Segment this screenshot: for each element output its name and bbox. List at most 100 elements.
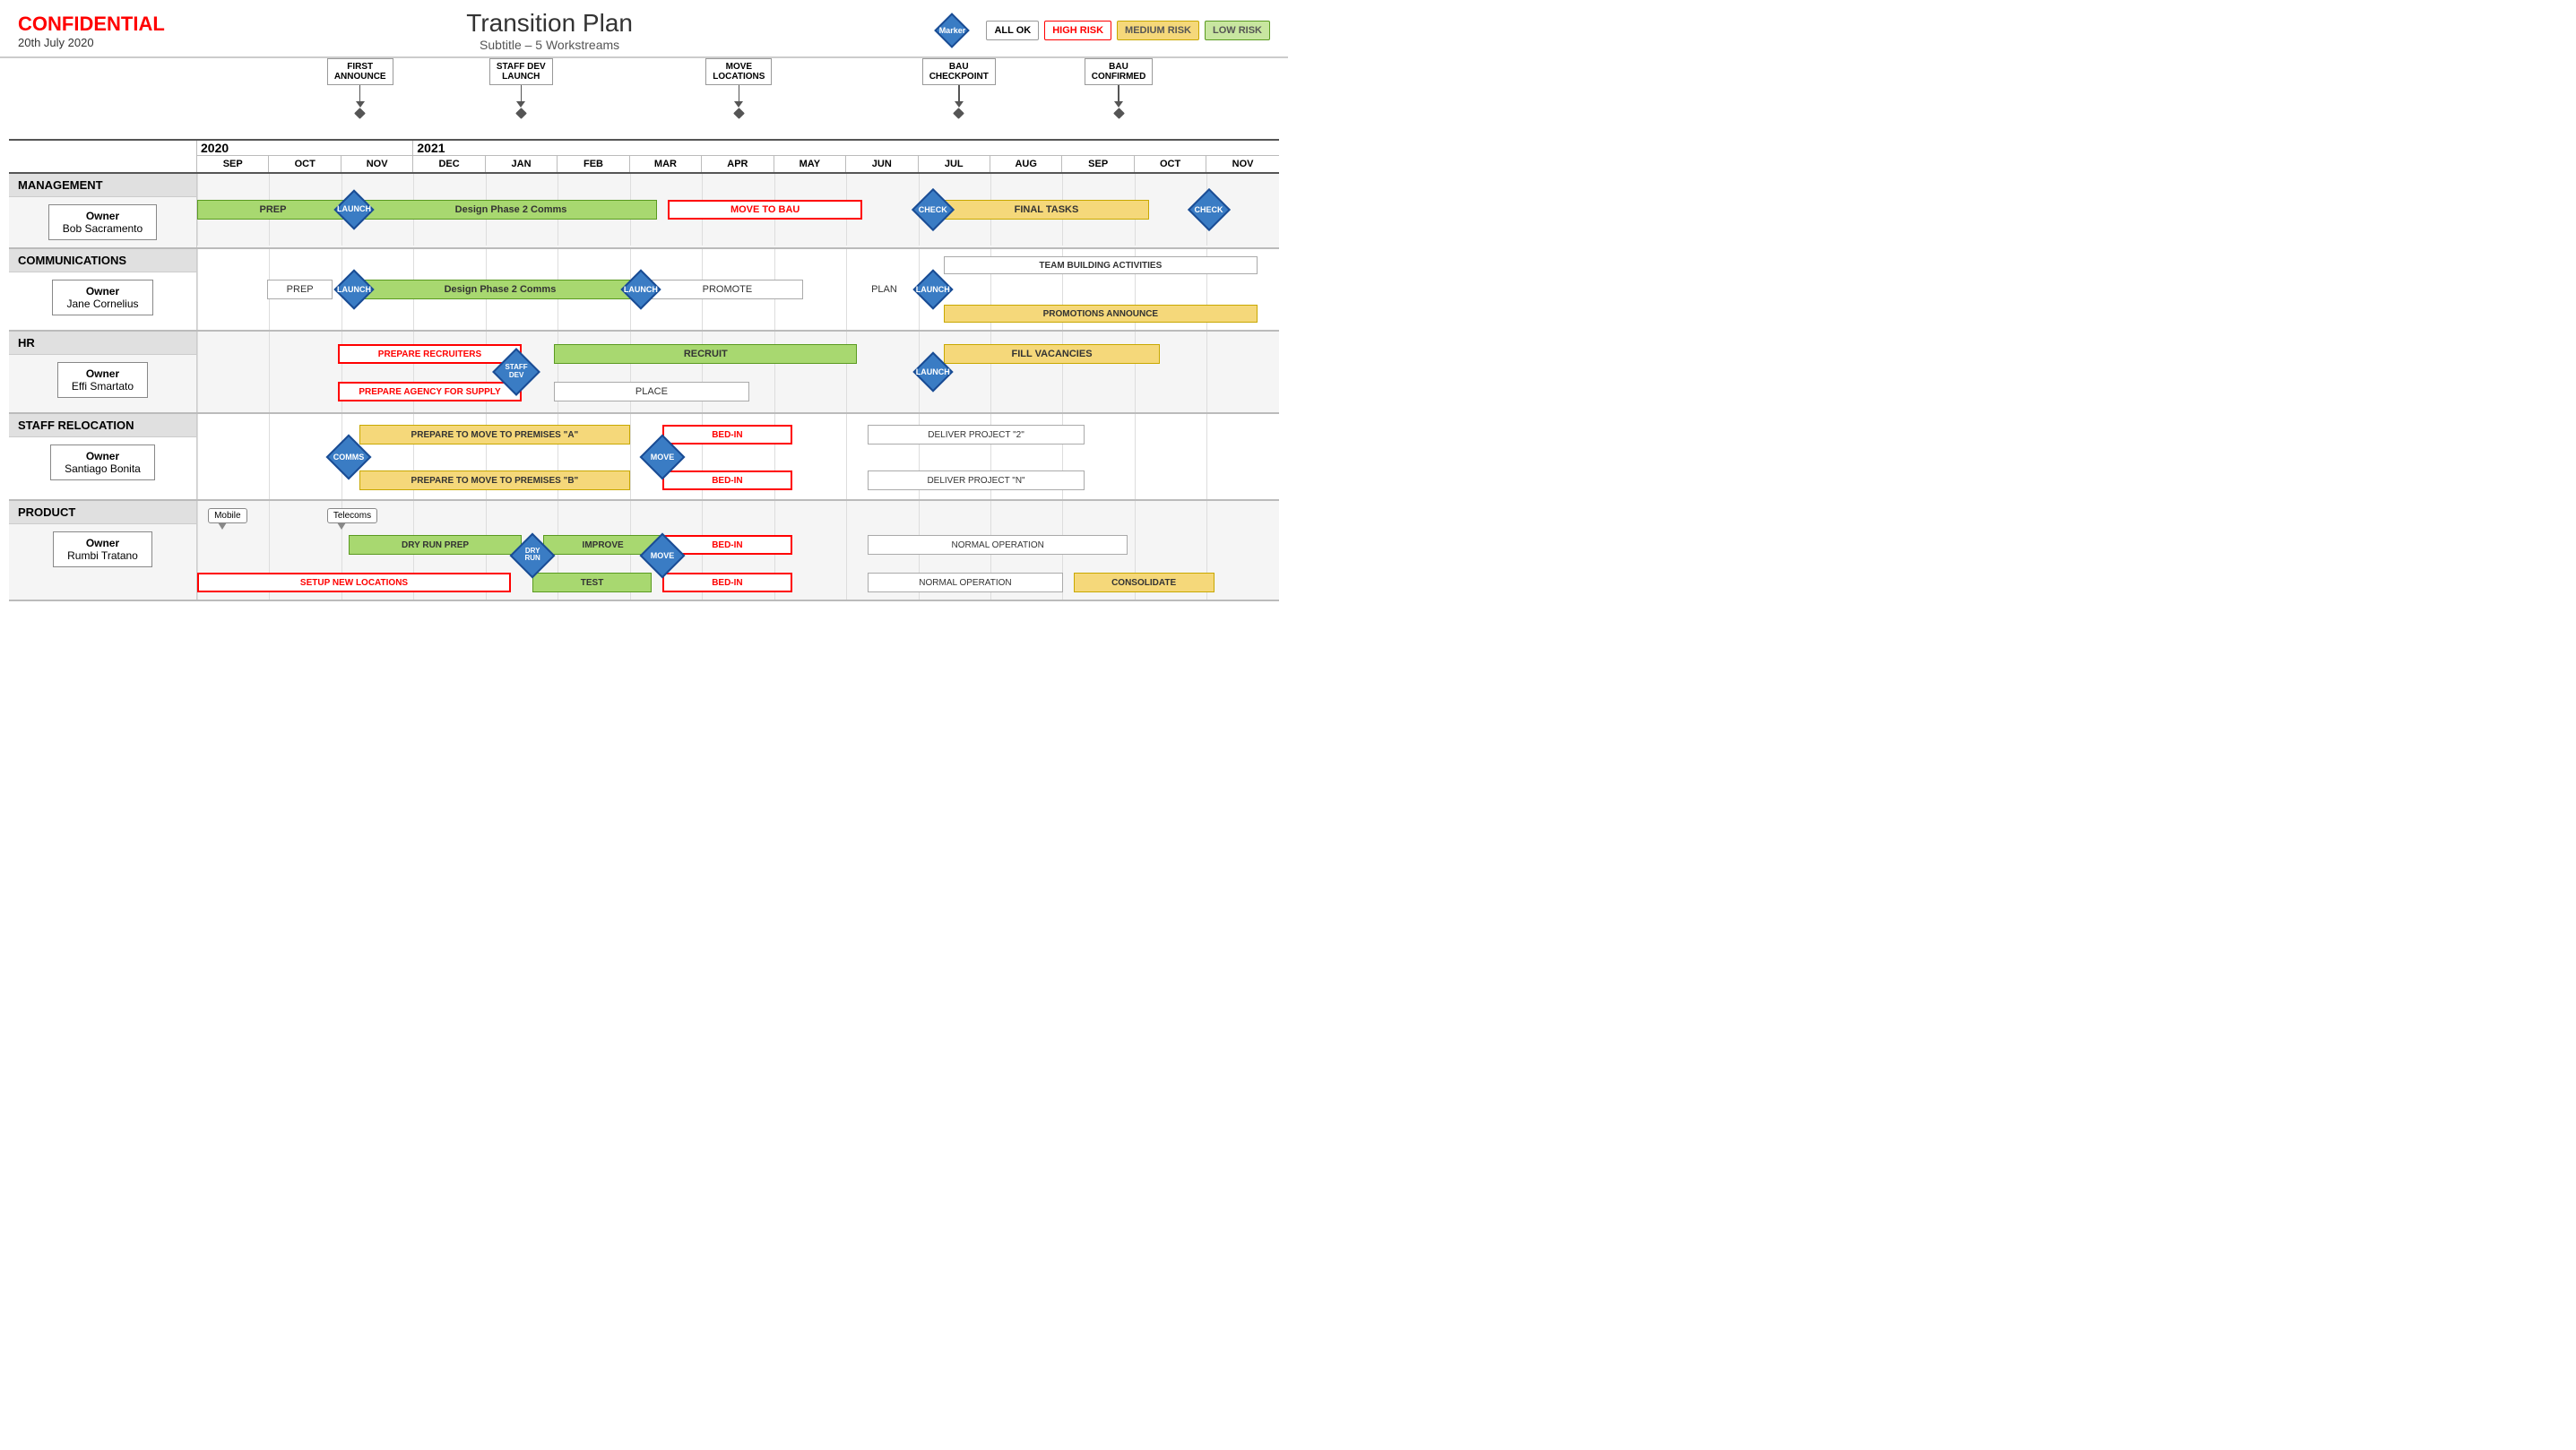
staff-relocation-gantt: PREPARE TO MOVE TO PREMISES "A" BED-IN D… [197, 414, 1279, 499]
staff-relocation-info: STAFF RELOCATION Owner Santiago Bonita [9, 414, 197, 499]
product-setup-locations-bar: SETUP NEW LOCATIONS [197, 573, 511, 592]
product-title: PRODUCT [9, 501, 196, 524]
management-launch-diamond [333, 189, 374, 229]
comm-prep-bar: PREP [267, 280, 332, 299]
hr-info: HR Owner Effi Smartato [9, 332, 197, 412]
month-dec: DEC [413, 156, 485, 172]
management-move-to-bau-bar: MOVE TO BAU [668, 200, 862, 220]
month-jan: JAN [486, 156, 558, 172]
communications-info: COMMUNICATIONS Owner Jane Cornelius [9, 249, 197, 330]
milestone-box-1: FIRSTANNOUNCE [327, 58, 393, 85]
product-owner-label: Owner [67, 537, 138, 549]
year-2021: 2021 [413, 141, 1279, 155]
main-content: FIRSTANNOUNCE STAFF DEVLAUNCH MOVELOCATI… [0, 58, 1288, 601]
product-owner-container: Owner Rumbi Tratano [9, 524, 196, 574]
staff-relocation-owner-box: Owner Santiago Bonita [50, 444, 155, 480]
sr-premises-b-bar: PREPARE TO MOVE TO PREMISES "B" [359, 470, 630, 490]
management-design-bar: Design Phase 2 Comms [365, 200, 657, 220]
management-owner-box: Owner Bob Sacramento [48, 204, 157, 240]
management-owner-label: Owner [63, 210, 143, 222]
month-nov-2021: NOV [1206, 156, 1278, 172]
communications-owner-name: Jane Cornelius [66, 298, 138, 310]
communications-owner-container: Owner Jane Cornelius [9, 272, 196, 323]
milestone-section: FIRSTANNOUNCE STAFF DEVLAUNCH MOVELOCATI… [9, 58, 1279, 139]
year-2020: 2020 [197, 141, 413, 155]
management-owner-name: Bob Sacramento [63, 222, 143, 235]
hr-place-bar: PLACE [554, 382, 748, 401]
legend-low-risk: LOW RISK [1205, 21, 1270, 40]
communications-gantt: TEAM BUILDING ACTIVITIES PREP LAUNCH Des… [197, 249, 1279, 330]
page-container: CONFIDENTIAL 20th July 2020 Transition P… [0, 0, 1288, 601]
product-info: PRODUCT Owner Rumbi Tratano [9, 501, 197, 600]
product-dry-run-prep-bar: DRY RUN PREP [349, 535, 522, 555]
comm-promote-bar: PROMOTE [652, 280, 803, 299]
month-aug: AUG [990, 156, 1062, 172]
timeline-header: 2020 2021 SEP OCT NOV DEC JAN FEB MAR AP… [9, 139, 1279, 174]
hr-title: HR [9, 332, 196, 355]
milestone-spacer [9, 58, 197, 139]
sr-deliver-2-bar: DELIVER PROJECT "2" [868, 425, 1084, 444]
staff-relocation-title: STAFF RELOCATION [9, 414, 196, 437]
hr-owner-container: Owner Effi Smartato [9, 355, 196, 405]
confidential-block: CONFIDENTIAL 20th July 2020 [18, 13, 165, 49]
comm-launch-diamond-1 [333, 269, 374, 309]
product-section: PRODUCT Owner Rumbi Tratano Mobile [9, 501, 1279, 601]
legend-block: Marker ALL OK HIGH RISK MEDIUM RISK LOW … [934, 13, 1270, 48]
sr-bed-in-1: BED-IN [662, 425, 792, 444]
hr-owner-name: Effi Smartato [72, 380, 134, 393]
hr-prepare-agency-bar: PREPARE AGENCY FOR SUPPLY [338, 382, 522, 401]
plan-title: Transition Plan [466, 9, 633, 38]
management-final-tasks-bar: FINAL TASKS [944, 200, 1149, 220]
comm-design-bar: Design Phase 2 Comms [365, 280, 635, 299]
hr-section: HR Owner Effi Smartato PREPARE RECRUITER… [9, 332, 1279, 414]
communications-owner-box: Owner Jane Cornelius [52, 280, 152, 315]
staff-relocation-section: STAFF RELOCATION Owner Santiago Bonita P… [9, 414, 1279, 501]
month-oct-2020: OCT [269, 156, 341, 172]
sr-deliver-n-bar: DELIVER PROJECT "N" [868, 470, 1084, 490]
communications-title: COMMUNICATIONS [9, 249, 196, 272]
month-oct-2021: OCT [1135, 156, 1206, 172]
milestone-bau-checkpoint: BAUCHECKPOINT [922, 58, 996, 117]
hr-recruit-bar: RECRUIT [554, 344, 857, 364]
comm-team-building-bar: TEAM BUILDING ACTIVITIES [944, 256, 1258, 274]
month-jun: JUN [846, 156, 918, 172]
sr-premises-a-bar: PREPARE TO MOVE TO PREMISES "A" [359, 425, 630, 444]
timeline-months: 2020 2021 SEP OCT NOV DEC JAN FEB MAR AP… [197, 141, 1279, 172]
management-prep-bar: PREP [197, 200, 349, 220]
month-mar: MAR [630, 156, 702, 172]
marker-label: Marker [939, 26, 966, 35]
hr-prepare-recruiters-bar: PREPARE RECRUITERS [338, 344, 522, 364]
product-mobile-bubble: Mobile [208, 508, 246, 523]
month-sep-2020: SEP [197, 156, 269, 172]
timeline-spacer [9, 141, 197, 172]
product-consolidate-bar: CONSOLIDATE [1074, 573, 1215, 592]
sr-bed-in-2: BED-IN [662, 470, 792, 490]
management-info: MANAGEMENT Owner Bob Sacramento [9, 174, 197, 247]
comm-launch-diamond-2 [620, 269, 661, 309]
staff-relocation-owner-container: Owner Santiago Bonita [9, 437, 196, 488]
legend-medium-risk: MEDIUM RISK [1117, 21, 1199, 40]
product-owner-name: Rumbi Tratano [67, 549, 138, 562]
management-check-diamond-1 [912, 188, 955, 231]
milestone-box-2: STAFF DEVLAUNCH [489, 58, 553, 85]
milestone-first-announce: FIRSTANNOUNCE [327, 58, 393, 117]
staff-relocation-owner-label: Owner [65, 450, 141, 462]
product-telecoms-bubble: Telecoms [327, 508, 377, 523]
hr-owner-box: Owner Effi Smartato [57, 362, 148, 398]
confidential-label: CONFIDENTIAL [18, 13, 165, 36]
header: CONFIDENTIAL 20th July 2020 Transition P… [0, 0, 1288, 58]
management-owner-container: Owner Bob Sacramento [9, 197, 196, 247]
legend-items: ALL OK HIGH RISK MEDIUM RISK LOW RISK [986, 21, 1270, 40]
product-normal-op-2: NORMAL OPERATION [868, 573, 1062, 592]
management-title: MANAGEMENT [9, 174, 196, 197]
month-may: MAY [774, 156, 846, 172]
product-normal-op-1: NORMAL OPERATION [868, 535, 1128, 555]
product-gantt: Mobile Telecoms DRY RUN PREP IMPROVE BED… [197, 501, 1279, 600]
title-block: Transition Plan Subtitle – 5 Workstreams [466, 9, 633, 52]
management-section: MANAGEMENT Owner Bob Sacramento [9, 174, 1279, 249]
milestone-box-5: BAUCONFIRMED [1085, 58, 1154, 85]
month-nov-2020: NOV [341, 156, 413, 172]
comm-promotions-bar: PROMOTIONS ANNOUNCE [944, 305, 1258, 323]
month-feb: FEB [558, 156, 629, 172]
milestones-row: FIRSTANNOUNCE STAFF DEVLAUNCH MOVELOCATI… [197, 58, 1279, 139]
